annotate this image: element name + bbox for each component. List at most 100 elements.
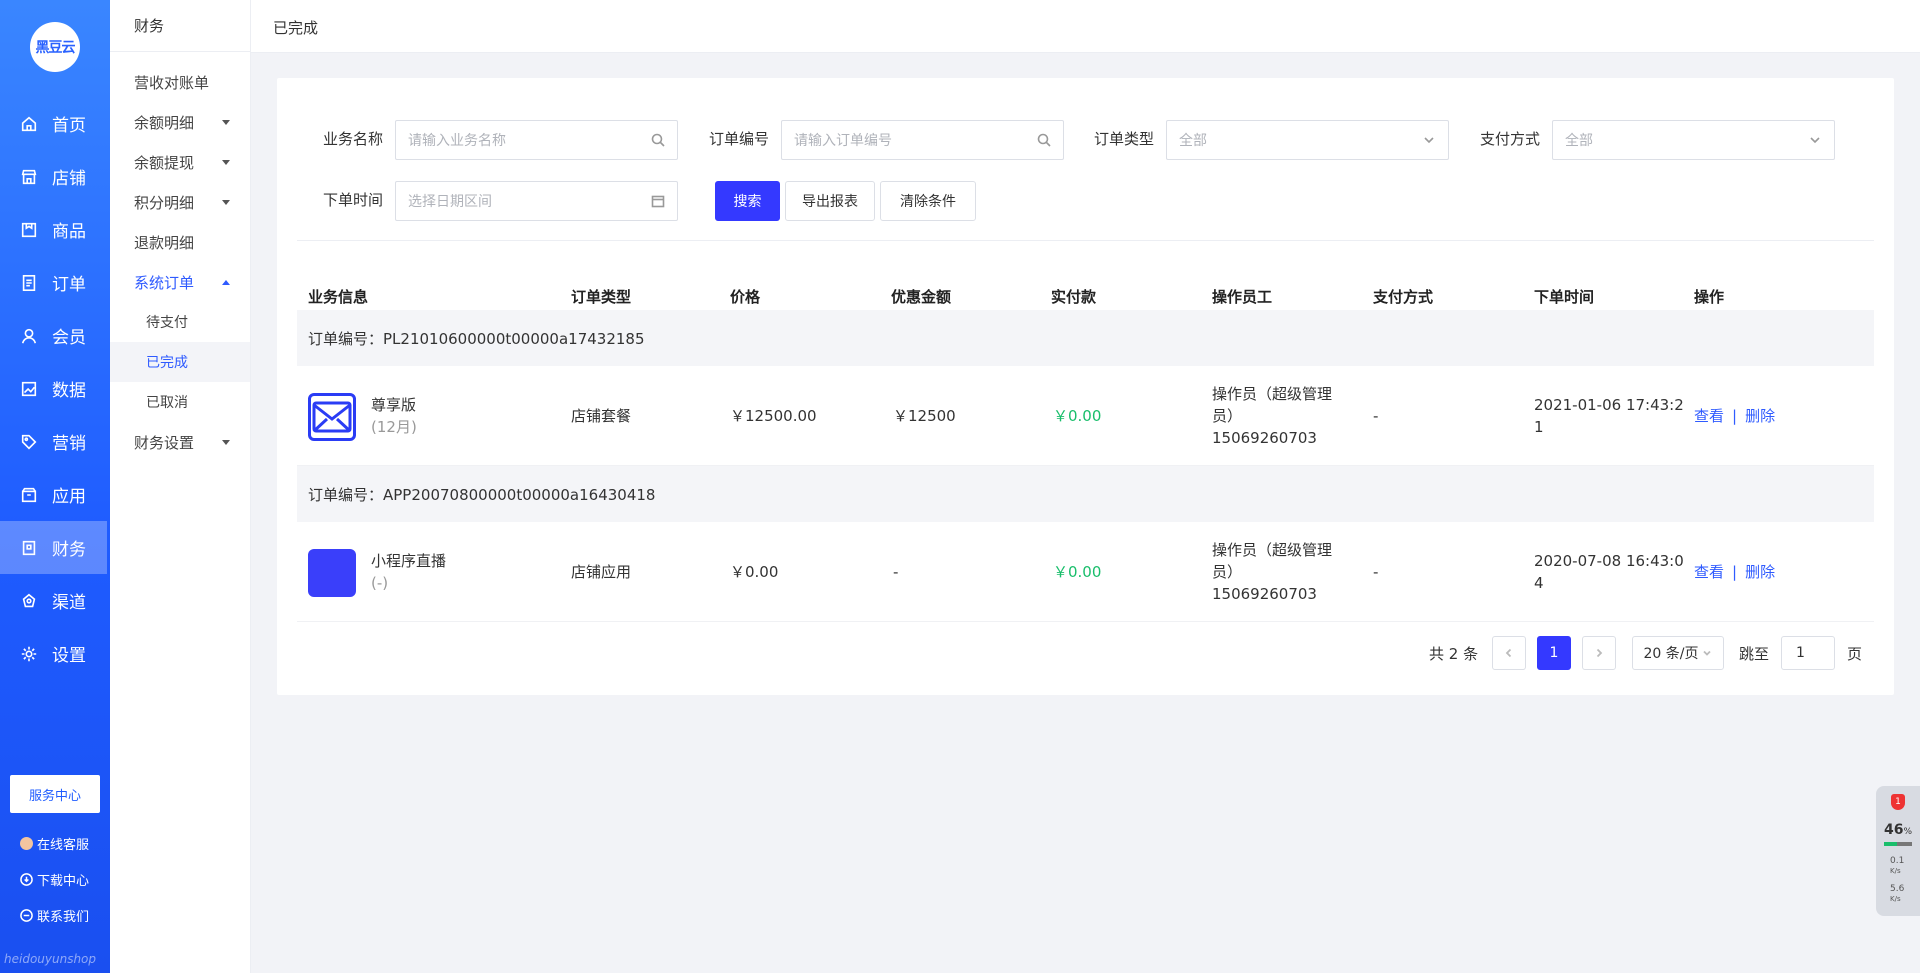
order-time-placeholder: 选择日期区间 xyxy=(408,194,492,210)
pay-method-value: 全部 xyxy=(1565,133,1593,149)
nav-item-store[interactable]: 店铺 xyxy=(0,150,110,203)
view-link[interactable]: 查看 xyxy=(1694,563,1724,581)
delete-link[interactable]: 删除 xyxy=(1745,563,1775,581)
subnav-label: 退款明细 xyxy=(134,233,195,252)
subnav-item-reconcile[interactable]: 营收对账单 xyxy=(110,62,250,102)
nav-label: 首页 xyxy=(52,116,86,136)
nav-item-order[interactable]: 订单 xyxy=(0,256,110,309)
brand-footer: heidouyunshop xyxy=(4,952,97,966)
caret-down-icon xyxy=(222,439,230,445)
nav-label: 财务 xyxy=(52,540,86,560)
product-thumbnail xyxy=(308,393,356,441)
nav-item-finance[interactable]: 财务 xyxy=(0,521,107,574)
contact-us-label: 联系我们 xyxy=(37,910,90,925)
cpu-bar-fill xyxy=(1884,842,1897,846)
main-nav: 首页 店铺 商品 订单 会员 数据 营销 应用 财务 渠道 设置 xyxy=(0,97,110,680)
price-cell: ￥12500.00 xyxy=(730,407,817,425)
nav-item-settings[interactable]: 设置 xyxy=(0,627,110,680)
discount-cell: ￥12500 xyxy=(893,407,956,425)
download-unit: K/s xyxy=(1890,895,1901,903)
th-price: 价格 xyxy=(730,288,761,306)
view-link[interactable]: 查看 xyxy=(1694,407,1724,425)
paid-cell: ￥0.00 xyxy=(1053,407,1102,425)
jump-page-input[interactable]: 1 xyxy=(1781,636,1835,670)
subnav-child-completed[interactable]: 已完成 xyxy=(110,342,250,382)
nav-label: 会员 xyxy=(52,328,86,348)
nav-item-marketing[interactable]: 营销 xyxy=(0,415,110,468)
caret-down-icon xyxy=(222,159,230,165)
nav-label: 数据 xyxy=(52,381,86,401)
pay-method-cell: - xyxy=(1373,563,1379,581)
nav-item-home[interactable]: 首页 xyxy=(0,97,110,150)
row-actions: 查看 | 删除 xyxy=(1694,561,1775,583)
nav-item-member[interactable]: 会员 xyxy=(0,309,110,362)
biz-name-input[interactable]: 请输入业务名称 xyxy=(395,120,678,160)
service-center-button[interactable]: 服务中心 xyxy=(10,775,100,813)
nav-label: 应用 xyxy=(52,487,86,507)
download-center-link[interactable]: 下载中心 xyxy=(20,870,89,889)
order-time-range-input[interactable]: 选择日期区间 xyxy=(395,181,678,221)
table-row: 小程序直播 (-) 店铺应用 ￥0.00 - ￥0.00 操作员（超级管理 员）… xyxy=(297,522,1874,622)
brand-logo[interactable]: 黑豆云 xyxy=(30,22,80,72)
order-no-input[interactable]: 请输入订单编号 xyxy=(781,120,1064,160)
page-size-select[interactable]: 20 条/页 xyxy=(1632,636,1724,670)
discount-cell: - xyxy=(893,563,899,581)
download-icon xyxy=(20,873,33,886)
goods-icon xyxy=(20,221,38,239)
nav-item-goods[interactable]: 商品 xyxy=(0,203,110,256)
product-period: (12月) xyxy=(371,418,417,436)
table-header: 业务信息 订单类型 价格 优惠金额 实付款 操作员工 支付方式 下单时间 操作 xyxy=(297,274,1874,314)
download-value: 5.6 xyxy=(1890,884,1905,894)
prev-page-button[interactable] xyxy=(1492,636,1526,670)
action-divider: | xyxy=(1732,563,1738,581)
export-report-button[interactable]: 导出报表 xyxy=(785,181,875,221)
main-sidebar: 黑豆云 首页 店铺 商品 订单 会员 数据 营销 应用 财务 渠道 设置 服务中… xyxy=(0,0,110,973)
th-biz-info: 业务信息 xyxy=(308,288,369,306)
network-monitor-widget[interactable]: 1 46% 0.1 K/s 5.6 K/s xyxy=(1876,786,1920,916)
chart-icon xyxy=(20,380,38,398)
pay-method-select[interactable]: 全部 xyxy=(1552,120,1835,160)
channel-icon xyxy=(20,592,38,610)
subnav-child-pending[interactable]: 待支付 xyxy=(110,302,250,342)
th-order-time: 下单时间 xyxy=(1534,288,1595,306)
order-type-select[interactable]: 全部 xyxy=(1166,120,1449,160)
subnav-title: 财务 xyxy=(110,0,250,52)
subnav-item-refund-detail[interactable]: 退款明细 xyxy=(110,222,250,262)
table-row: 尊享版 (12月) 店铺套餐 ￥12500.00 ￥12500 ￥0.00 操作… xyxy=(297,366,1874,466)
nav-item-apps[interactable]: 应用 xyxy=(0,468,110,521)
order-icon xyxy=(20,274,38,292)
subnav-item-points-detail[interactable]: 积分明细 xyxy=(110,182,250,222)
order-type-value: 全部 xyxy=(1179,133,1207,149)
order-type-label: 订单类型 xyxy=(1094,130,1155,148)
subnav-item-system-order[interactable]: 系统订单 xyxy=(110,262,250,302)
clear-filters-button[interactable]: 清除条件 xyxy=(880,181,976,221)
upload-speed: 0.1 K/s xyxy=(1890,856,1904,876)
order-group-header: 订单编号：PL21010600000t00000a17432185 xyxy=(297,310,1874,366)
subnav-label: 营收对账单 xyxy=(134,73,210,92)
search-button[interactable]: 搜索 xyxy=(715,181,780,221)
nav-label: 店铺 xyxy=(52,169,86,189)
support-avatar-icon xyxy=(20,837,33,850)
nav-label: 设置 xyxy=(52,646,86,666)
page-1-button[interactable]: 1 xyxy=(1537,636,1571,670)
subnav-child-cancelled[interactable]: 已取消 xyxy=(110,382,250,422)
upload-value: 0.1 xyxy=(1890,856,1905,866)
shield-badge-icon: 1 xyxy=(1891,794,1905,810)
delete-link[interactable]: 删除 xyxy=(1745,407,1775,425)
logo-text: 黑豆云 xyxy=(35,40,76,56)
nav-item-channel[interactable]: 渠道 xyxy=(0,574,110,627)
next-page-button[interactable] xyxy=(1582,636,1616,670)
subnav-item-finance-settings[interactable]: 财务设置 xyxy=(110,422,250,462)
th-paid: 实付款 xyxy=(1051,288,1097,306)
subnav-item-balance-detail[interactable]: 余额明细 xyxy=(110,102,250,142)
online-support-label: 在线客服 xyxy=(37,838,90,853)
subnav-item-balance-withdraw[interactable]: 余额提现 xyxy=(110,142,250,182)
contact-us-link[interactable]: 联系我们 xyxy=(20,906,89,925)
order-time-line-2: 4 xyxy=(1534,574,1544,592)
nav-label: 商品 xyxy=(52,222,86,242)
page-size-value: 20 条/页 xyxy=(1643,646,1699,662)
chevron-down-icon xyxy=(1810,137,1820,144)
online-support-link[interactable]: 在线客服 xyxy=(20,834,89,853)
nav-item-data[interactable]: 数据 xyxy=(0,362,110,415)
cpu-percent: 46% xyxy=(1884,822,1912,838)
